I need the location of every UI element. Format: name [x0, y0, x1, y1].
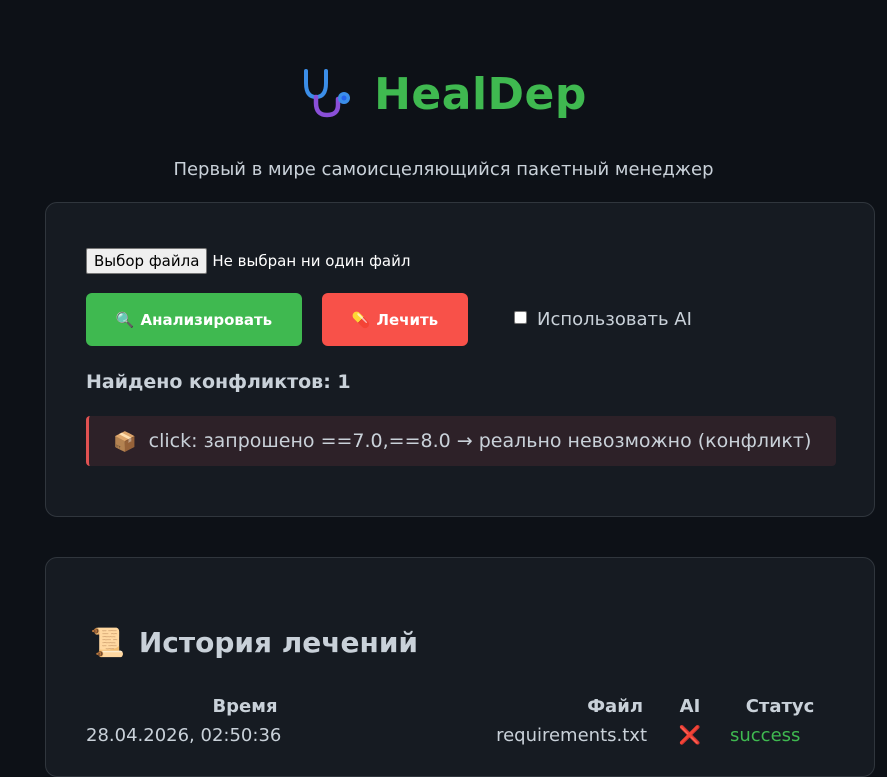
- analyze-button[interactable]: 🔍 Анализировать: [86, 293, 302, 346]
- file-status-text: Не выбран ни один файл: [212, 252, 411, 270]
- column-header-ai: AI: [679, 695, 701, 717]
- heal-button-label: Лечить: [376, 310, 439, 329]
- use-ai-label: Использовать AI: [537, 309, 692, 330]
- conflict-item: 📦 click: запрошено ==7.0,==8.0 → реально…: [86, 416, 836, 466]
- history-file-cell: requirements.txt: [496, 724, 647, 746]
- column-header-time: Время: [212, 695, 278, 717]
- history-title-text: История лечений: [138, 626, 419, 659]
- table-row: 28.04.2026, 02:50:36 requirements.txt ❌ …: [86, 720, 840, 750]
- stethoscope-icon: [300, 67, 354, 121]
- conflict-text: click: запрошено ==7.0,==8.0 → реально н…: [148, 430, 812, 452]
- history-time-cell: 28.04.2026, 02:50:36: [86, 724, 282, 746]
- scroll-icon: 📜: [90, 626, 125, 659]
- app-header: HealDep: [0, 62, 887, 126]
- choose-file-button[interactable]: Выбор файла: [86, 248, 208, 274]
- conflicts-heading: Найдено конфликтов: 1: [86, 371, 351, 393]
- analysis-card: Выбор файла Не выбран ни один файл 🔍 Ана…: [45, 202, 875, 517]
- history-card: 📜 История лечений Время Файл AI Статус 2…: [45, 557, 875, 777]
- column-header-file: Файл: [587, 695, 643, 717]
- analyze-button-label: Анализировать: [140, 310, 273, 329]
- pill-icon: 💊: [351, 310, 371, 329]
- column-header-status: Статус: [745, 695, 815, 717]
- cross-mark-icon: ❌: [678, 724, 702, 746]
- package-icon: 📦: [113, 430, 137, 453]
- history-header-row: Время Файл AI Статус: [86, 692, 840, 720]
- use-ai-checkbox[interactable]: [514, 311, 527, 324]
- action-bar: 🔍 Анализировать 💊 Лечить Использовать AI: [86, 293, 692, 346]
- history-title: 📜 История лечений: [90, 626, 418, 659]
- status-badge: success: [730, 724, 801, 746]
- use-ai-toggle[interactable]: Использовать AI: [514, 309, 692, 330]
- app-title: HealDep: [374, 68, 587, 120]
- file-picker: Выбор файла Не выбран ни один файл: [86, 248, 410, 274]
- search-icon: 🔍: [115, 310, 135, 329]
- heal-button[interactable]: 💊 Лечить: [322, 293, 468, 346]
- app-subtitle: Первый в мире самоисцеляющийся пакетный …: [173, 159, 714, 180]
- history-table: Время Файл AI Статус 28.04.2026, 02:50:3…: [86, 692, 840, 750]
